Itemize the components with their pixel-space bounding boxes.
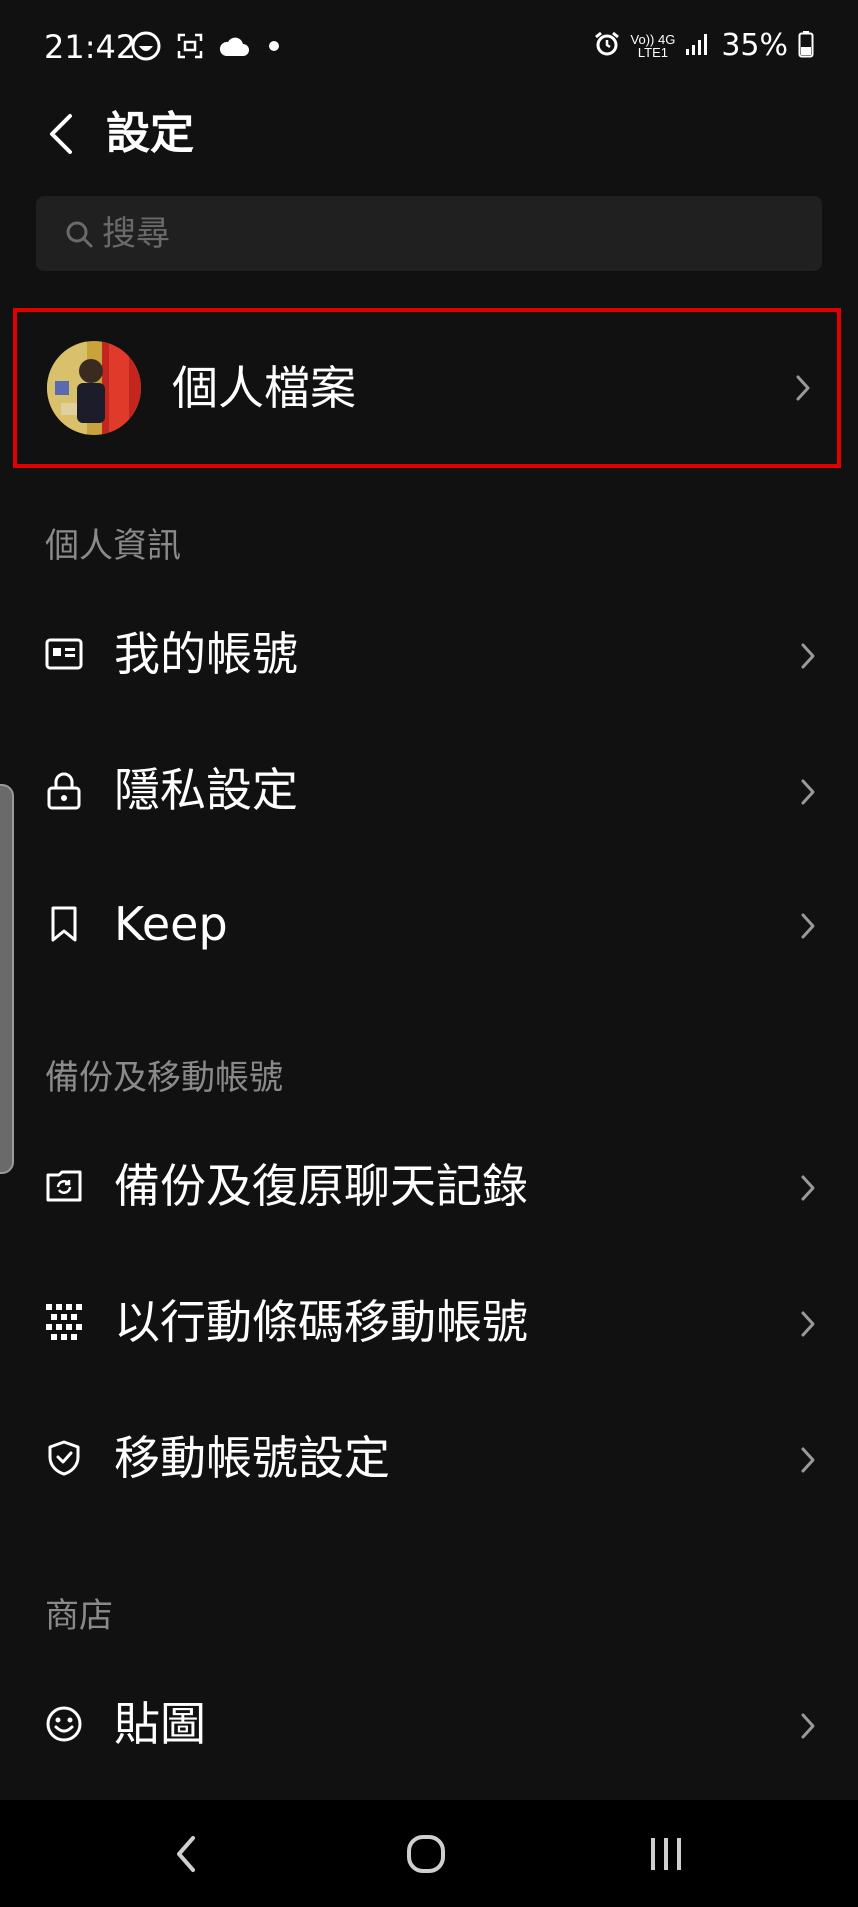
chevron-left-icon — [50, 114, 72, 154]
backup-icon — [44, 1166, 84, 1206]
lock-icon — [44, 770, 84, 810]
dot-icon — [264, 36, 284, 56]
search-box[interactable] — [36, 196, 822, 271]
id-card-icon — [44, 634, 84, 674]
status-right-icons: Vo)) 4G LTE1 35% — [593, 28, 814, 63]
menu-item-label: 備份及復原聊天記錄 — [114, 1159, 528, 1213]
menu-item-stickers[interactable]: 貼圖 — [0, 1664, 858, 1784]
chevron-right-icon — [798, 1710, 818, 1742]
volte-icon: Vo)) 4G LTE1 — [631, 33, 676, 59]
chevron-right-icon — [798, 776, 818, 808]
nav-recents-button[interactable] — [626, 1826, 706, 1882]
section-label-backup: 備份及移動帳號 — [45, 1058, 283, 1098]
menu-item-label: 以行動條碼移動帳號 — [114, 1295, 528, 1349]
profile-row[interactable]: 個人檔案 — [13, 308, 841, 468]
back-button[interactable] — [36, 104, 86, 164]
chevron-right-icon — [798, 1172, 818, 1204]
cloud-icon — [218, 34, 250, 58]
menu-item-label: 我的帳號 — [114, 627, 298, 681]
network-bottom-text: LTE1 — [637, 44, 668, 60]
smiley-icon — [44, 1704, 84, 1744]
menu-item-transfer-settings[interactable]: 移動帳號設定 — [0, 1398, 858, 1518]
menu-item-qr-transfer[interactable]: 以行動條碼移動帳號 — [0, 1262, 858, 1382]
chevron-right-icon — [793, 372, 813, 404]
alarm-icon — [593, 30, 621, 62]
menu-item-keep[interactable]: Keep — [0, 864, 858, 984]
search-input[interactable] — [100, 212, 764, 255]
nav-home-button[interactable] — [386, 1826, 466, 1882]
status-time: 21:42 — [44, 28, 137, 66]
edge-panel-handle[interactable] — [0, 784, 14, 1174]
battery-icon — [798, 30, 814, 62]
back-icon — [177, 1836, 195, 1872]
page-title: 設定 — [106, 108, 194, 159]
chevron-right-icon — [798, 910, 818, 942]
nav-back-button[interactable] — [146, 1826, 226, 1882]
section-label-store: 商店 — [45, 1596, 113, 1636]
menu-item-label: 移動帳號設定 — [114, 1431, 390, 1485]
menu-item-label: 隱私設定 — [114, 763, 298, 817]
header: 設定 — [0, 100, 858, 200]
home-icon — [407, 1835, 445, 1873]
menu-item-my-account[interactable]: 我的帳號 — [0, 594, 858, 714]
profile-label: 個人檔案 — [172, 361, 356, 415]
qr-code-icon — [44, 1302, 84, 1342]
chevron-right-icon — [798, 640, 818, 672]
screenshot-icon — [176, 32, 204, 60]
bookmark-icon — [44, 904, 84, 944]
chevron-right-icon — [798, 1308, 818, 1340]
shield-icon — [44, 1438, 84, 1478]
menu-item-label: 貼圖 — [114, 1697, 206, 1751]
face-icon — [130, 30, 162, 62]
menu-item-backup-restore[interactable]: 備份及復原聊天記錄 — [0, 1126, 858, 1246]
search-icon — [64, 219, 94, 249]
menu-item-label: Keep — [114, 897, 228, 951]
section-label-personal: 個人資訊 — [45, 526, 181, 566]
avatar — [47, 341, 141, 435]
signal-icon — [685, 31, 711, 61]
chevron-right-icon — [798, 1444, 818, 1476]
battery-percent: 35% — [721, 28, 788, 63]
status-bar: 21:42 Vo)) 4G LTE1 35% — [0, 0, 858, 100]
recents-icon — [651, 1838, 681, 1870]
status-left-icons — [130, 30, 284, 62]
menu-item-privacy[interactable]: 隱私設定 — [0, 730, 858, 850]
nav-bar — [0, 1800, 858, 1907]
